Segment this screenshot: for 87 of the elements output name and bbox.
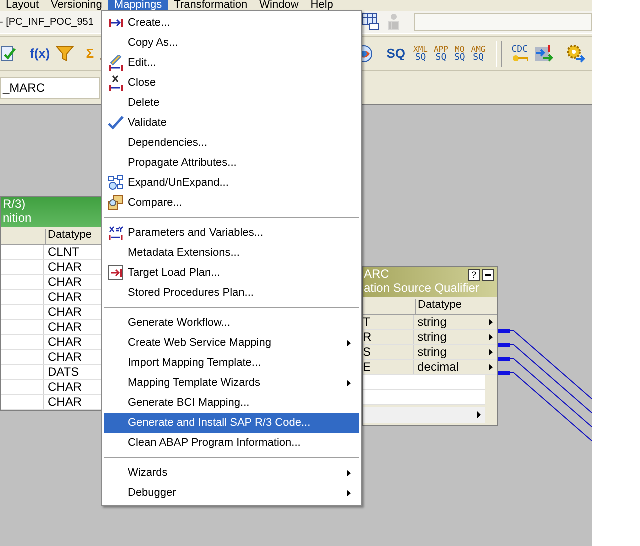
port-name-cell: R [363,330,414,344]
menu-item[interactable]: Metadata Extensions... [104,243,359,263]
datatype-cell-text: CHAR [47,290,82,304]
source-qualifier-button[interactable]: MQ SQ [454,44,466,62]
port-name-cell: E [363,360,414,374]
horizontal-scrollbar[interactable] [363,407,485,423]
gear-icon[interactable] [566,44,586,64]
menu-item[interactable]: Parameters and Variables... [104,223,359,243]
datatype-cell-text: CHAR [47,305,82,319]
menu-bar-item[interactable]: Layout [0,0,46,11]
menu-bar-item[interactable]: Mappings [108,0,168,11]
datatype-cell-text: CLNT [47,245,80,259]
datatype-cell-text: CHAR [47,335,82,349]
minimize-button[interactable] [482,269,494,281]
toolbar-label-button[interactable]: f(x) [28,46,52,61]
cdc-key-button[interactable]: CDC [512,46,528,62]
menu-item[interactable]: Create... [104,13,359,33]
menu-item[interactable]: Import Mapping Template... [104,353,359,373]
menu-item[interactable]: Propagate Attributes... [104,153,359,173]
source-qualifier-button[interactable]: XML SQ [414,44,428,62]
node-subtitle: ation Source Qualifier [364,281,480,295]
datatype-cell-text: CHAR [47,350,82,364]
menu-item[interactable]: Generate and Install SAP R/3 Code... [104,413,359,433]
datatype-cell-text: string [416,315,448,329]
menu-item[interactable]: Debugger [104,483,359,503]
menu-item[interactable]: Validate [104,113,359,133]
validate-document-icon[interactable] [0,44,18,62]
pencil-arrow-icon [109,55,123,71]
port-name-cell: S [363,345,414,359]
mapping-name-field[interactable]: _MARC [0,76,100,98]
port-arrow-icon[interactable] [489,364,494,370]
close-arrow-icon [109,75,123,91]
menu-item[interactable]: Delete [104,93,359,113]
menu-item[interactable]: Close [104,73,359,93]
target-load-icon [108,265,124,281]
toolbar-field[interactable] [414,13,592,31]
table-icon[interactable] [362,13,380,31]
menu-bar-item[interactable]: Versioning [45,0,108,11]
menu-item[interactable]: Stored Procedures Plan... [104,283,359,303]
datatype-cell-text: CHAR [47,380,82,394]
menu-item[interactable]: Mapping Template Wizards [104,373,359,393]
help-button[interactable]: ? [468,269,480,281]
menu-bar-item[interactable]: Window [254,0,305,11]
menu-item[interactable]: Clean ABAP Program Information... [104,433,359,453]
datatype-cell-text: CHAR [47,320,82,334]
node-title: R/3) [3,197,27,211]
minimize-icon [485,274,491,276]
menu-item[interactable]: Copy As... [104,33,359,53]
toolbar-label-button[interactable]: SQ [384,46,408,61]
transformation-node[interactable]: R/3) nition Datatype CLNT CHAR CHAR CHAR CHAR CHAR CHAR CHAR DATS CHAR CHAR [0,196,103,411]
key-icon [512,54,528,62]
menu-item[interactable]: Wizards [104,463,359,483]
column-header: Datatype [45,229,92,244]
menu-item[interactable]: Generate BCI Mapping... [104,393,359,413]
port-arrow-icon[interactable] [489,348,494,356]
menu-item[interactable]: Expand/UnExpand... [104,173,359,193]
datatype-cell-text: string [416,345,448,359]
node-title: ARC [364,267,390,281]
port-arrow-icon[interactable] [489,334,494,340]
node-subtitle: nition [3,211,33,225]
expand-icon [108,175,124,191]
datatype-cell-text: CHAR [47,275,82,289]
compare-icon [108,195,124,211]
menu-item[interactable]: Edit... [104,53,359,73]
arrow-icon [109,19,123,27]
menu-item[interactable]: Compare... [104,193,359,213]
parameters-icon [109,226,123,240]
datatype-cell-text: CHAR [47,260,82,274]
menu-bar-item[interactable]: Help [304,0,340,11]
menu-item[interactable]: Generate Workflow... [104,313,359,333]
transformation-node[interactable]: ARC ation Source Qualifier ? Datatype T string R string S string E decimal [362,266,498,426]
source-qualifier-button[interactable]: APP SQ [434,44,448,62]
arrows-icon[interactable] [534,44,554,64]
port-name-cell: T [363,315,414,329]
datatype-cell-text: CHAR [47,395,82,409]
window-title: - [PC_INF_POC_951 [0,17,94,28]
menu-item[interactable]: Target Load Plan... [104,263,359,283]
datatype-cell-text: string [416,330,448,344]
source-qualifier-button[interactable]: AMG SQ [471,44,486,62]
filter-icon[interactable] [56,44,74,62]
menu-item[interactable]: Create Web Service Mapping [104,333,359,353]
datatype-cell-text: decimal [416,360,460,374]
menu-bar-item[interactable]: Transformation [168,0,254,11]
menu-item[interactable]: Dependencies... [104,133,359,153]
datatype-cell-text: DATS [47,365,80,379]
column-header: Datatype [415,299,490,314]
port-arrow-icon[interactable] [489,318,494,326]
